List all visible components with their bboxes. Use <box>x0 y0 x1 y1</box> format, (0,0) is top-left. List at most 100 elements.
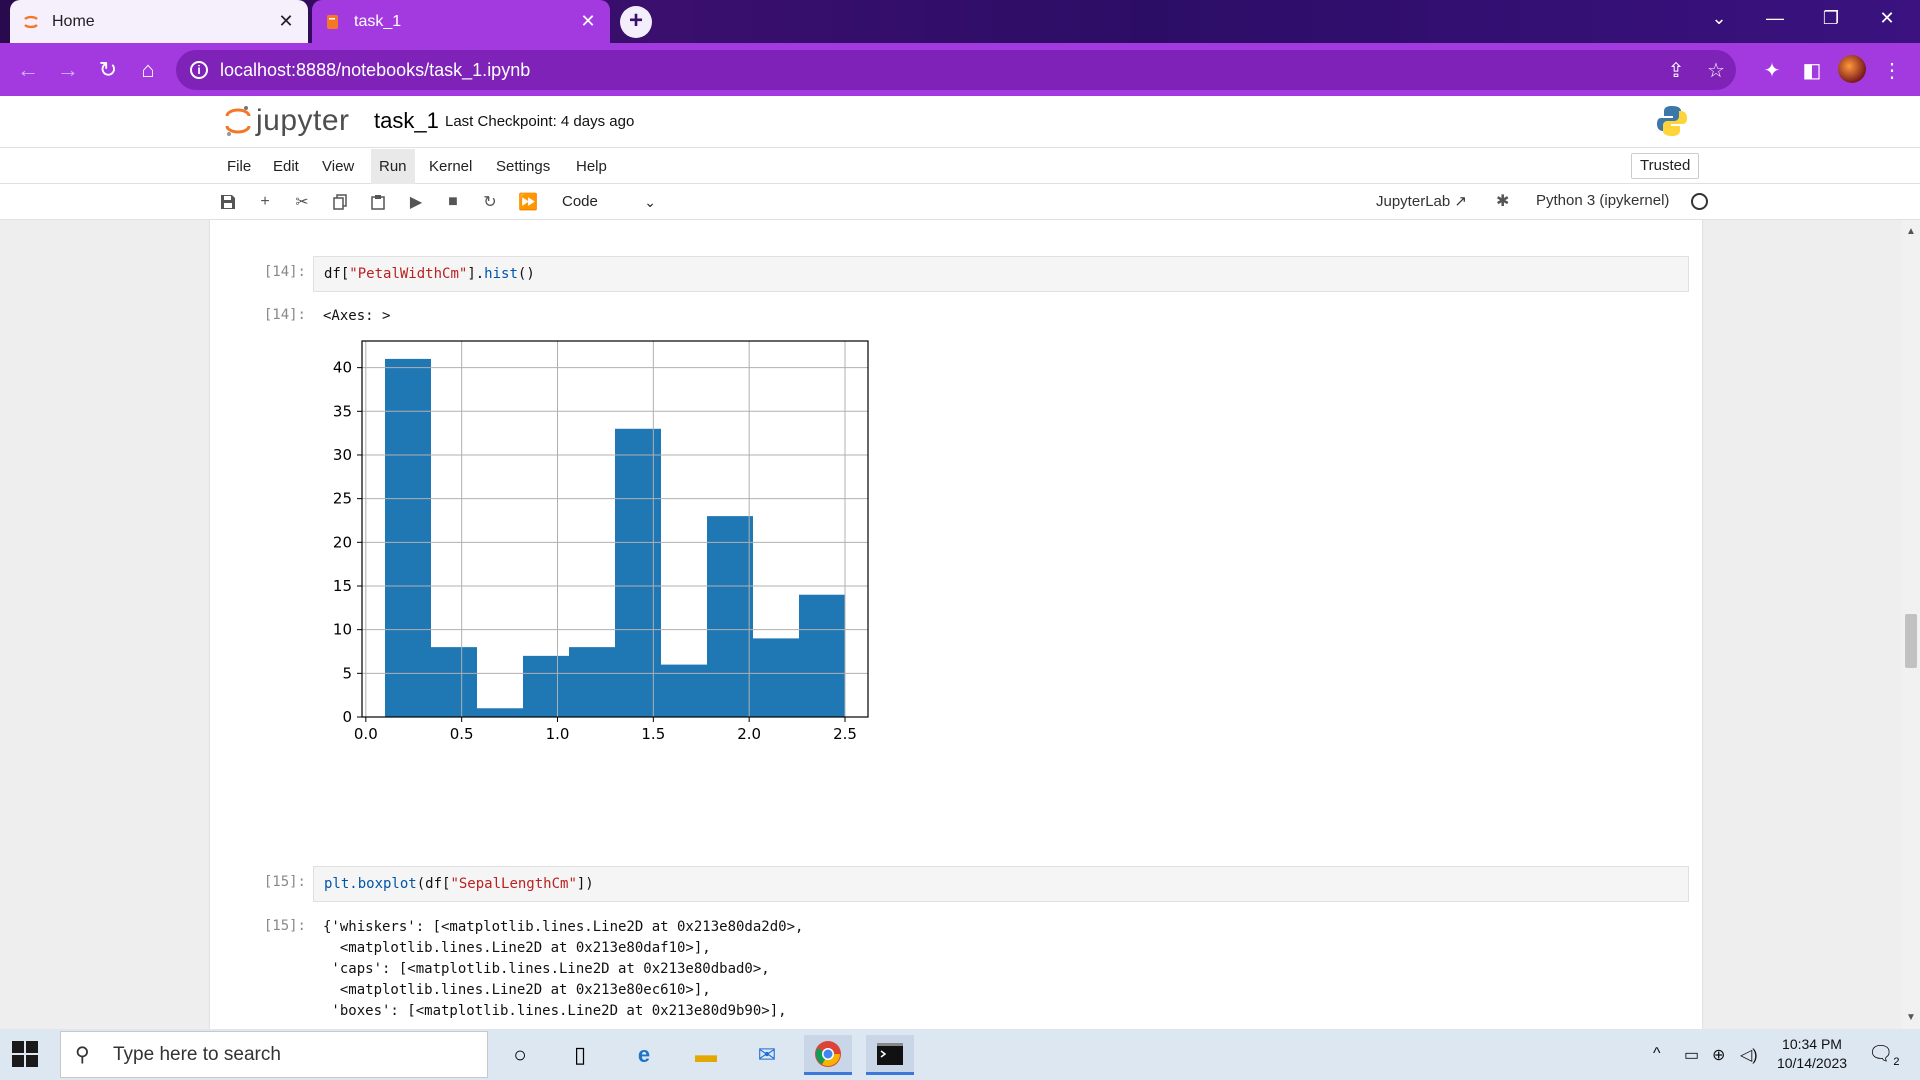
output-line: <matplotlib.lines.Line2D at 0x213e80daf1… <box>323 940 711 956</box>
window-close-icon[interactable]: ✕ <box>1859 0 1915 36</box>
tab-home[interactable]: Home ✕ <box>10 0 308 43</box>
close-icon[interactable]: ✕ <box>276 11 296 32</box>
histogram-bar <box>569 647 615 717</box>
forward-arrow-icon[interactable]: → <box>52 54 84 86</box>
scroll-up-arrow-icon[interactable]: ▲ <box>1906 226 1916 237</box>
histogram-bar <box>385 358 431 717</box>
save-icon[interactable] <box>215 190 241 214</box>
jupyter-logo-icon <box>225 106 251 136</box>
screen: Home ✕ task_1 ✕ + ⌄ — ❐ ✕ ← → ↻ ⌂ i loca… <box>0 0 1920 1080</box>
tab-task-1-title: task_1 <box>354 12 402 30</box>
notebook-area: [14]: df["PetalWidthCm"].hist() [14]: <A… <box>0 220 1920 1029</box>
run-icon[interactable]: ▶ <box>403 190 429 214</box>
menu-bar: File Edit View Run Kernel Settings Help … <box>0 149 1920 184</box>
cell-type-value: Code <box>562 193 598 210</box>
profile-avatar[interactable] <box>1838 55 1866 83</box>
home-icon[interactable]: ⌂ <box>132 54 164 86</box>
code-text: ]) <box>576 876 594 892</box>
x-tick-label: 1.5 <box>641 725 665 743</box>
cell-14-in-prompt: [14]: <box>263 264 306 280</box>
browser-menu-icon[interactable]: ⋮ <box>1878 56 1906 84</box>
add-cell-icon[interactable]: + <box>252 190 278 214</box>
notification-icon[interactable]: 🗨2 <box>1868 1041 1900 1068</box>
jupyter-wordmark: jupyter <box>256 104 350 137</box>
volume-icon[interactable]: ◁) <box>1740 1045 1758 1065</box>
battery-icon[interactable]: ▭ <box>1684 1045 1699 1065</box>
paste-icon[interactable] <box>365 190 391 214</box>
menu-kernel[interactable]: Kernel <box>421 149 480 184</box>
histogram-bar <box>477 708 523 717</box>
scroll-thumb[interactable] <box>1905 614 1917 668</box>
cut-icon[interactable]: ✂ <box>289 190 315 214</box>
y-tick-label: 20 <box>333 533 352 551</box>
share-icon[interactable]: ⇪ <box>1656 58 1696 83</box>
code-string: "SepalLengthCm" <box>450 876 577 892</box>
taskbar-search-box[interactable]: ⚲ Type here to search <box>60 1031 488 1078</box>
jupyterlab-link-label: JupyterLab <box>1376 193 1451 210</box>
menu-help[interactable]: Help <box>568 149 615 184</box>
restart-icon[interactable]: ↻ <box>477 190 503 214</box>
y-tick-label: 0 <box>342 708 352 726</box>
kernel-name[interactable]: Python 3 (ipykernel) <box>1536 192 1669 209</box>
cell-15-code-input[interactable]: plt.boxplot(df["SepalLengthCm"]) <box>313 866 1689 902</box>
menu-edit[interactable]: Edit <box>265 149 307 184</box>
x-tick-label: 2.5 <box>833 725 857 743</box>
cell-15-out-prompt: [15]: <box>263 918 306 934</box>
bookmark-star-icon[interactable]: ☆ <box>1696 58 1736 83</box>
notebook-favicon-icon <box>324 13 342 31</box>
histogram-bar <box>661 664 707 717</box>
close-icon[interactable]: ✕ <box>578 11 598 32</box>
minimize-icon[interactable]: — <box>1747 0 1803 36</box>
tab-task-1[interactable]: task_1 ✕ <box>312 0 610 43</box>
windows-start-icon[interactable] <box>12 1041 38 1067</box>
fast-forward-icon[interactable]: ⏩ <box>515 190 541 214</box>
stop-icon[interactable]: ■ <box>440 190 466 214</box>
menu-run[interactable]: Run <box>371 149 415 184</box>
taskbar-search-placeholder: Type here to search <box>113 1043 281 1065</box>
menu-settings[interactable]: Settings <box>488 149 558 184</box>
system-clock[interactable]: 10:34 PM 10/14/2023 <box>1774 1035 1850 1073</box>
checkpoint-status: Last Checkpoint: 4 days ago <box>445 113 635 130</box>
cell-15-in-prompt: [15]: <box>263 874 306 890</box>
terminal-icon[interactable] <box>866 1035 914 1075</box>
cell-type-select[interactable]: Code ⌄ <box>552 190 662 214</box>
notification-count: 2 <box>1893 1056 1900 1068</box>
x-tick-label: 1.0 <box>546 725 570 743</box>
task-view-icon[interactable]: ▯ <box>556 1035 604 1075</box>
chrome-icon[interactable] <box>804 1035 852 1075</box>
vertical-scrollbar[interactable]: ▲ ▼ <box>1902 220 1920 1029</box>
histogram-bar <box>799 594 845 717</box>
cell-14-code-input[interactable]: df["PetalWidthCm"].hist() <box>313 256 1689 292</box>
url-field[interactable]: i localhost:8888/notebooks/task_1.ipynb … <box>176 50 1736 90</box>
jupyter-logo[interactable]: jupyter <box>224 104 350 138</box>
trusted-badge[interactable]: Trusted <box>1631 153 1700 179</box>
site-info-icon[interactable]: i <box>190 61 208 79</box>
python-logo-icon <box>1657 106 1687 136</box>
edge-browser-icon[interactable]: e <box>620 1035 668 1075</box>
reload-icon[interactable]: ↻ <box>92 54 124 86</box>
chevron-down-icon: ⌄ <box>644 194 656 210</box>
menu-file[interactable]: File <box>219 149 259 184</box>
notebook-name[interactable]: task_1 <box>374 108 439 134</box>
scroll-down-arrow-icon[interactable]: ▼ <box>1906 1012 1916 1023</box>
cortana-icon[interactable]: ○ <box>496 1035 544 1075</box>
new-tab-button[interactable]: + <box>620 6 652 38</box>
jupyterlab-link[interactable]: JupyterLab ↗ <box>1376 192 1467 210</box>
histogram-chart: 0.0 0.5 1.0 1.5 2.0 2.5 0 5 10 15 20 25 30 35 40 <box>333 340 869 743</box>
y-tick-label: 5 <box>342 664 352 682</box>
tray-chevron-up-icon[interactable]: ^ <box>1653 1045 1661 1063</box>
network-globe-icon[interactable]: ⊕ <box>1712 1045 1725 1065</box>
y-tick-label: 15 <box>333 577 352 595</box>
cell-14-output-text: <Axes: > <box>323 308 391 324</box>
windows-taskbar: ⚲ Type here to search ○ ▯ e ▬ ✉ ^ ▭ ⊕ ◁)… <box>0 1029 1920 1080</box>
back-arrow-icon[interactable]: ← <box>12 54 44 86</box>
copy-icon[interactable] <box>327 190 353 214</box>
restore-icon[interactable]: ❐ <box>1803 0 1859 36</box>
extensions-puzzle-icon[interactable]: ✦ <box>1758 56 1786 84</box>
file-explorer-icon[interactable]: ▬ <box>682 1035 730 1075</box>
mail-icon[interactable]: ✉ <box>743 1035 791 1075</box>
side-panel-icon[interactable]: ◧ <box>1798 56 1826 84</box>
debugger-bug-icon[interactable]: ✱ <box>1496 191 1509 211</box>
tab-search-chevron-icon[interactable]: ⌄ <box>1691 0 1747 36</box>
menu-view[interactable]: View <box>314 149 362 184</box>
